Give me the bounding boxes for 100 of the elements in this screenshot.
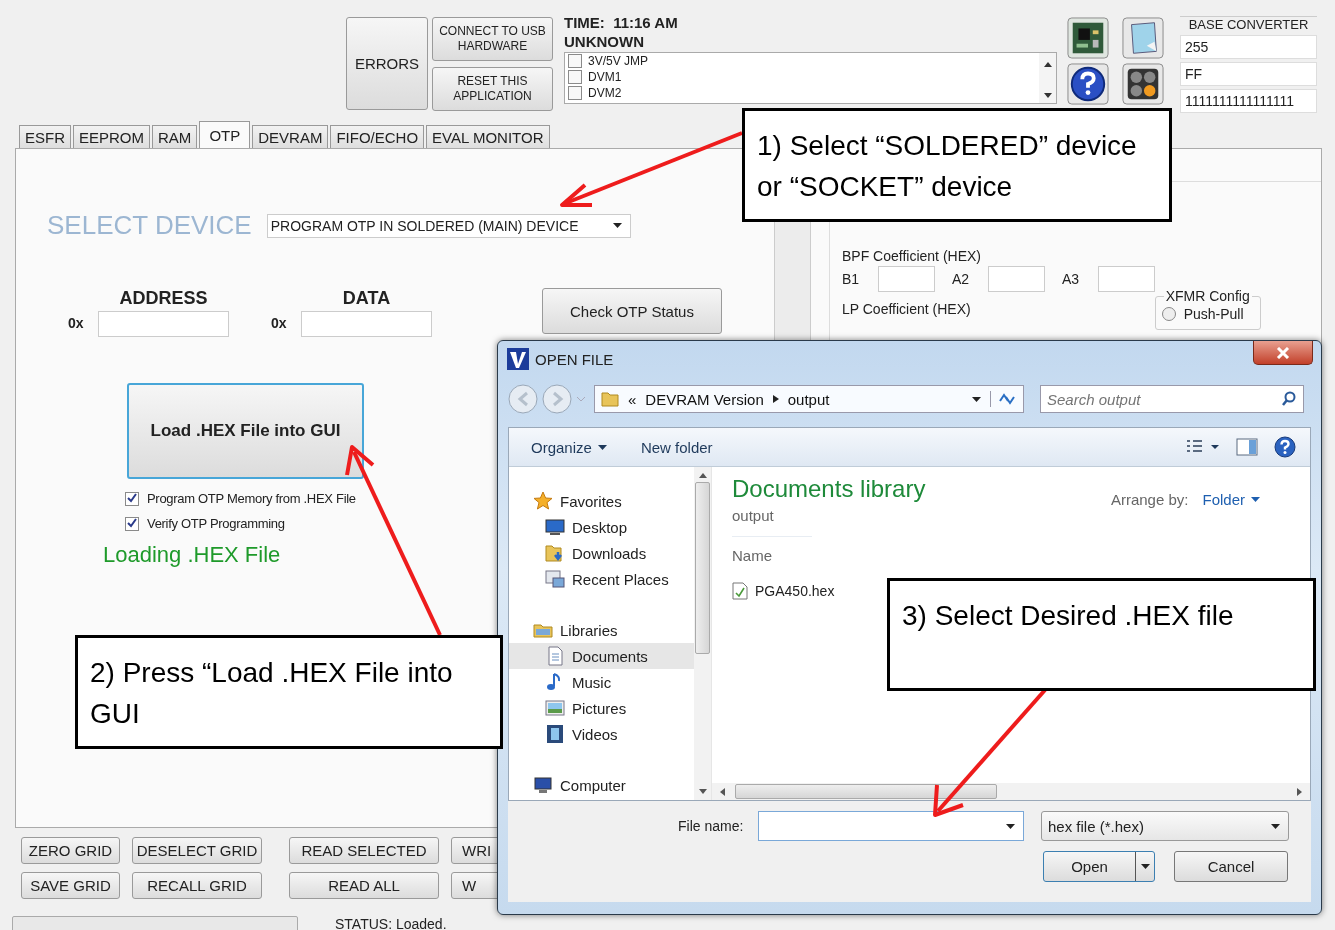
tab[interactable]: EVAL MONITOR [426,125,550,148]
coefficient-field[interactable] [1098,266,1155,292]
dialog-title: OPEN FILE [535,350,614,368]
arrange-dropdown[interactable]: Folder [1202,491,1260,508]
tab[interactable]: ESFR [19,125,71,148]
nav-item[interactable]: Desktop [509,514,694,540]
file-item[interactable]: PGA450.hex [732,582,835,600]
device-state: UNKNOWN [564,32,645,51]
circuit-board-icon[interactable] [1067,17,1109,59]
callout-box: 3) Select Desired .HEX file [887,578,1316,691]
scroll-up-icon[interactable] [698,473,707,478]
caret-icon [597,444,607,450]
option-label: Verify OTP Programming [147,516,285,531]
tab[interactable]: OTP [199,121,251,148]
open-button[interactable]: Open [1043,851,1155,882]
nav-item[interactable]: Libraries [509,600,694,643]
device-dropdown[interactable]: PROGRAM OTP IN SOLDERED (MAIN) DEVICE [266,213,631,238]
load-hex-button[interactable]: Load .HEX File into GUI [127,383,364,479]
scroll-down-icon[interactable] [1043,93,1052,99]
tab[interactable]: EEPROM [73,125,151,148]
breadcrumb-item[interactable]: DEVRAM Version [645,390,764,408]
checkbox[interactable] [568,70,582,84]
organize-button[interactable]: Organize [531,438,607,456]
nav-item[interactable]: Music [509,669,694,695]
grid-button[interactable]: DESELECT GRID [132,837,262,864]
base-converter-field[interactable]: 255 [1180,35,1317,59]
scroll-left-icon[interactable] [720,787,725,796]
cancel-button[interactable]: Cancel [1174,851,1288,882]
dropdown-caret-icon [1006,823,1015,829]
coefficient-field[interactable] [878,266,935,292]
scroll-thumb[interactable] [695,482,710,654]
horizontal-scrollbar[interactable] [712,783,1310,800]
breadcrumb-overflow[interactable]: « [628,390,637,408]
view-options-icon[interactable] [1186,439,1220,455]
scrollbar[interactable] [1039,53,1056,103]
data-field[interactable] [301,311,432,337]
nav-item[interactable]: Favorites [509,471,694,514]
picture-icon [545,698,565,718]
scrollbar[interactable] [694,467,711,800]
breadcrumb-arrow-icon[interactable] [772,395,779,403]
nav-item[interactable]: Videos [509,721,694,747]
close-button[interactable] [1253,341,1313,365]
calculator-icon[interactable] [1122,63,1164,105]
scroll-right-icon[interactable] [1297,787,1302,796]
name-column-header[interactable]: Name [732,536,812,564]
file-name-label: File name: [678,818,745,834]
hex-prefix: 0x [271,315,288,331]
checkbox[interactable] [125,516,139,531]
callout-box: 1) Select “SOLDERED” device or “SOCKET” device [742,108,1172,222]
reset-button[interactable]: RESET THIS APPLICATION [432,67,553,111]
nav-item[interactable]: Recent Places [509,566,694,592]
nav-item[interactable]: Computer [509,755,694,798]
errors-button[interactable]: ERRORS [346,17,428,110]
folder-icon [601,390,619,408]
grid-button[interactable]: READ ALL [289,872,439,899]
scroll-up-icon[interactable] [1043,61,1052,67]
grid-button[interactable]: ZERO GRID [21,837,120,864]
checkbox[interactable] [125,491,139,506]
file-type-dropdown[interactable]: hex file (*.hex) [1041,811,1289,841]
base-converter-field[interactable]: 1111111111111111 [1180,89,1317,113]
film-icon [545,724,565,744]
app-logo-icon [507,348,529,370]
nav-item[interactable]: Downloads [509,540,694,566]
help-icon[interactable] [1274,436,1296,458]
connect-button[interactable]: CONNECT TO USB HARDWARE [432,17,553,61]
search-field[interactable]: Search output [1040,385,1304,413]
coefficient-field[interactable] [988,266,1045,292]
grid-button[interactable]: SAVE GRID [21,872,120,899]
checkbox[interactable] [568,54,582,68]
radio-button[interactable] [1161,307,1176,321]
address-bar[interactable]: « DEVRAM Version output [594,385,1024,413]
preview-pane-icon[interactable] [1236,438,1258,456]
tab[interactable]: RAM [152,125,198,148]
address-field[interactable] [98,311,229,337]
star-icon [533,491,553,511]
check-otp-status-button[interactable]: Check OTP Status [542,288,722,334]
scroll-down-icon[interactable] [698,789,707,794]
base-converter-field[interactable]: FF [1180,62,1317,86]
notepad-icon[interactable] [1122,17,1164,59]
help-icon[interactable] [1067,63,1109,105]
nav-item[interactable]: Pictures [509,695,694,721]
tab[interactable]: FIFO/ECHO [330,125,425,148]
bpf-label: BPF Coefficient (HEX) [842,248,982,264]
new-folder-button[interactable]: New folder [640,438,713,456]
search-icon [1281,391,1297,407]
tab[interactable]: DEVRAM [252,125,329,148]
select-device-label: SELECT DEVICE [47,210,252,241]
scroll-thumb[interactable] [735,784,997,799]
time-label: TIME: 11:16 AM [564,13,679,32]
checkbox[interactable] [568,86,582,100]
option-label: Program OTP Memory from .HEX File [147,491,356,506]
file-icon [732,582,748,600]
grid-button[interactable]: READ SELECTED [289,837,439,864]
file-name-field[interactable] [758,811,1024,841]
breadcrumb-item[interactable]: output [787,390,830,408]
dropdown-caret-icon[interactable] [972,396,981,402]
computer-icon [533,775,553,795]
monitor-icon [545,517,565,537]
grid-button[interactable]: RECALL GRID [132,872,262,899]
nav-item[interactable]: Documents [509,643,694,669]
